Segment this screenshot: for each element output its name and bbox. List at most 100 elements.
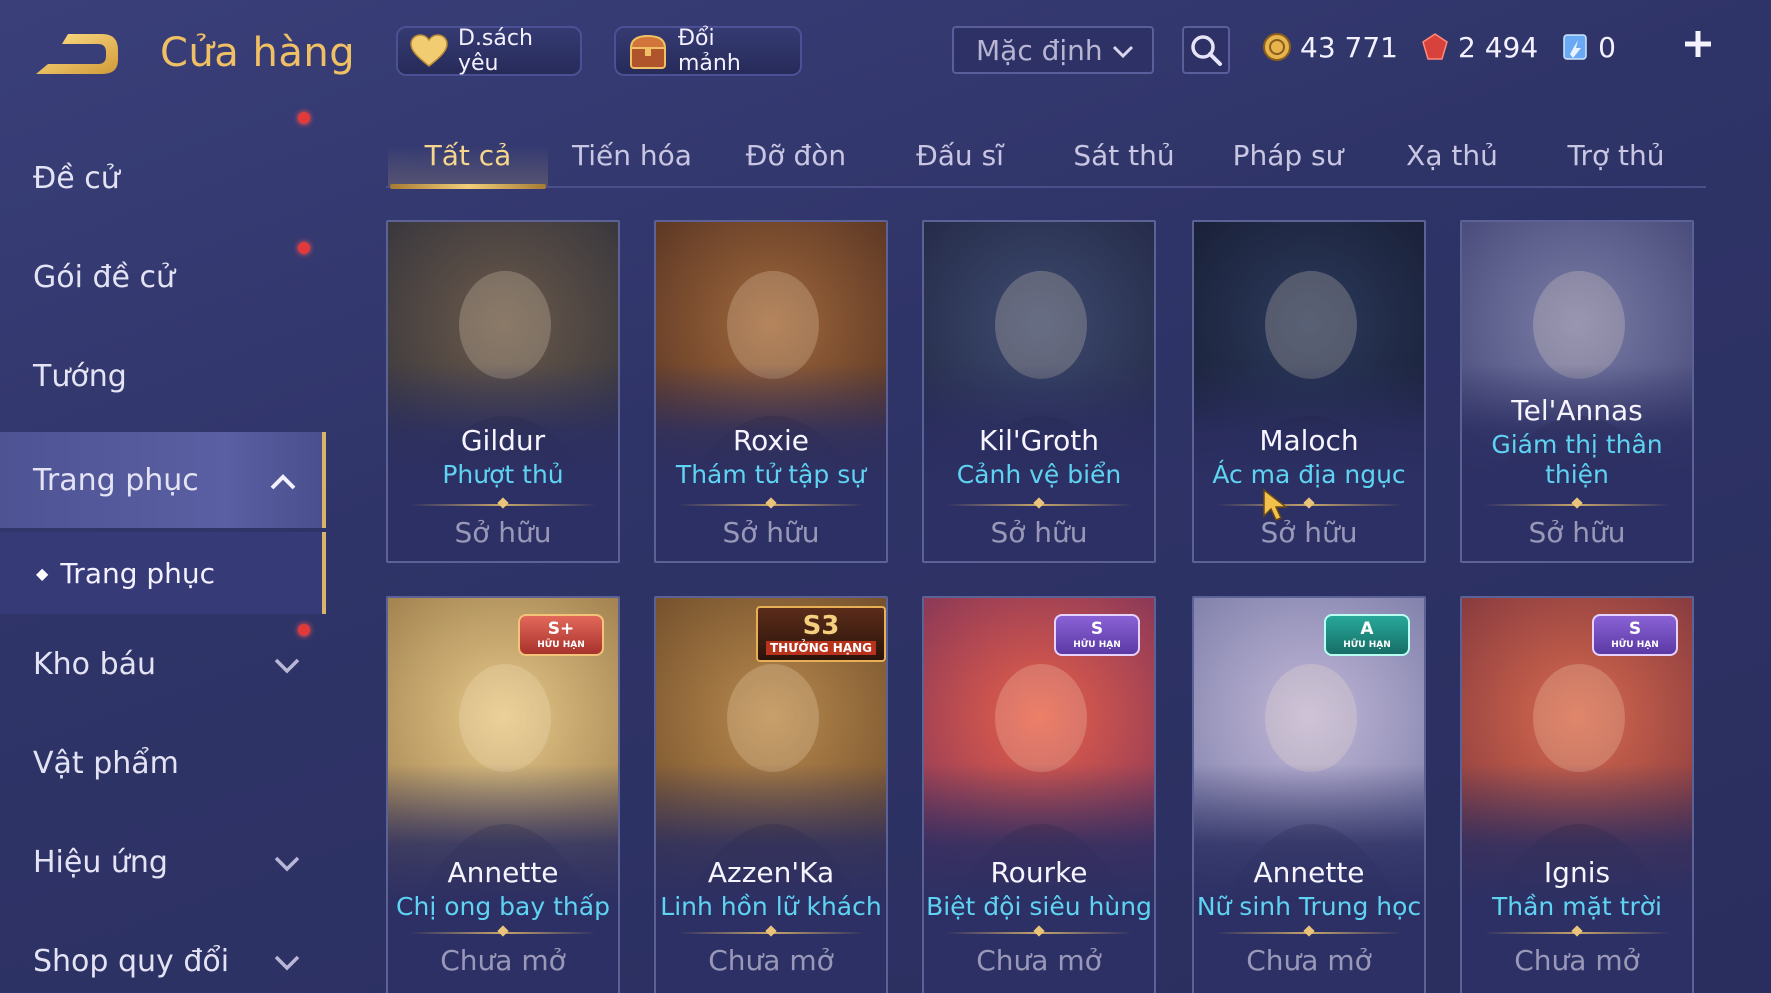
card-divider [1484,504,1670,506]
ownership-status: Chưa mở [708,944,834,977]
search-button[interactable] [1182,26,1230,74]
ownership-status: Chưa mở [976,944,1102,977]
gold-coin-icon [1262,32,1292,62]
exchange-shards-button[interactable]: Đổi mảnh [614,26,802,76]
sort-value: Mặc định [976,33,1103,67]
badge-grade: S [1628,618,1642,639]
notification-dot [298,242,310,254]
skin-card[interactable]: Maloch Ác ma địa ngục Sở hữu [1192,220,1426,563]
tab-warrior[interactable]: Đấu sĩ [880,128,1040,186]
favorites-button[interactable]: D.sách yêu [396,26,582,76]
sidebar-item-exchange-shop[interactable]: Shop quy đổi [0,913,326,993]
sidebar-item-treasure[interactable]: Kho báu [0,616,326,712]
badge-label: HỮU HẠN [1611,639,1659,650]
rarity-badge: S3 THƯỞNG HẠNG [756,606,886,662]
chevron-down-icon [272,947,302,982]
skin-card[interactable]: S+ HỮU HẠN Annette Chị ong bay thấp Chưa mở [386,596,620,993]
hero-name: Rourke [990,856,1088,889]
tab-marksman[interactable]: Xạ thủ [1372,128,1532,186]
card-divider [1216,504,1402,506]
tab-evolution[interactable]: Tiến hóa [552,128,712,186]
skin-card[interactable]: S3 THƯỞNG HẠNG Azzen'Ka Linh hồn lữ khách Ch… [654,596,888,993]
heart-icon [410,31,448,71]
skin-name: Phượt thủ [442,460,564,489]
gold-balance: 43 771 [1262,31,1398,64]
badge-grade: A [1360,618,1374,639]
hero-name: Kil'Groth [978,424,1100,457]
sidebar-item-effects[interactable]: Hiệu ứng [0,814,326,910]
skin-name: Giám thị thân thiện [1491,430,1663,489]
add-currency-button[interactable] [1678,24,1718,64]
plus-icon [1685,31,1711,57]
ownership-status: Sở hữu [990,516,1088,549]
skin-card[interactable]: Tel'Annas Giám thị thân thiện Sở hữu [1460,220,1694,563]
skin-card[interactable]: Roxie Thám tử tập sự Sở hữu [654,220,888,563]
card-divider [678,932,864,934]
tab-all[interactable]: Tất cả [388,128,548,189]
ownership-status: Chưa mở [1514,944,1640,977]
mouse-cursor [1262,488,1292,526]
hero-name: Annette [447,856,559,889]
badge-label: HỮU HẠN [1073,639,1121,650]
page-title: Cửa hàng [160,30,356,76]
chevron-down-icon [1110,38,1136,71]
back-button[interactable] [32,28,122,82]
category-tabs: Tất cả Tiến hóa Đỡ đòn Đấu sĩ Sát thủ Ph… [386,128,1706,189]
hero-name: Tel'Annas [1511,394,1643,427]
rarity-badge: S HỮU HẠN [1054,614,1140,656]
diamond-balance: 0 [1560,31,1616,64]
hero-name: Maloch [1259,424,1359,457]
badge-grade: S3 [802,611,840,641]
sidebar-subitem-skins[interactable]: ◆ Trang phục [0,532,326,614]
tab-assassin[interactable]: Sát thủ [1044,128,1204,186]
skin-name: Thần mặt trời [1492,892,1662,921]
chevron-up-icon [268,466,298,501]
skin-card[interactable]: Gildur Phượt thủ Sở hữu [386,220,620,563]
card-divider [946,504,1132,506]
card-divider [1484,932,1670,934]
badge-label: THƯỞNG HẠNG [765,641,877,655]
skin-card[interactable]: A HỮU HẠN Annette Nữ sinh Trung học Chưa mở [1192,596,1426,993]
skin-card[interactable]: S HỮU HẠN Ignis Thần mặt trời Chưa mở [1460,596,1694,993]
shop-screen: Cửa hàng D.sách yêu Đổi mảnh Mặc định 43… [0,0,1771,993]
sidebar-item-heroes[interactable]: Tướng [0,328,326,424]
skin-name: Chị ong bay thấp [396,892,610,921]
chevron-down-icon [272,848,302,883]
search-icon [1191,35,1222,66]
badge-grade: S [1090,618,1104,639]
sidebar-item-items[interactable]: Vật phẩm [0,715,326,811]
hero-name: Gildur [460,424,546,457]
skin-name: Biệt đội siêu hùng [926,892,1152,921]
ownership-status: Sở hữu [722,516,820,549]
badge-grade: S+ [547,618,575,639]
card-divider [678,504,864,506]
ownership-status: Sở hữu [1528,516,1626,549]
sidebar-item-skins[interactable]: Trang phục [0,432,326,528]
badge-label: HỮU HẠN [537,639,585,650]
card-divider [410,932,596,934]
sort-dropdown[interactable]: Mặc định [952,26,1154,74]
treasure-chest-icon [628,31,668,71]
hero-name: Azzen'Ka [707,856,835,889]
skin-name: Linh hồn lữ khách [660,892,882,921]
sidebar-item-recommended-bundles[interactable]: Gói đề cử [0,112,326,325]
ownership-status: Sở hữu [454,516,552,549]
rarity-badge: S HỮU HẠN [1592,614,1678,656]
hero-name: Annette [1253,856,1365,889]
tab-support[interactable]: Trợ thủ [1536,128,1696,186]
bullet-icon: ◆ [36,563,49,583]
skin-card[interactable]: S HỮU HẠN Rourke Biệt đội siêu hùng Chưa mở [922,596,1156,993]
tab-tank[interactable]: Đỡ đòn [716,128,876,186]
notification-dot [298,624,310,636]
sidebar-item-recommended[interactable]: Đề cử [0,130,326,226]
sidebar: Đề cử Gói đề cử Tướng Trang phục ◆ Trang… [0,112,326,993]
skin-name: Thám tử tập sự [675,460,867,489]
chevron-down-icon [272,650,302,685]
skin-name: Cảnh vệ biển [956,460,1122,489]
card-divider [946,932,1132,934]
voucher-balance: 2 494 [1420,31,1538,64]
tab-mage[interactable]: Pháp sư [1208,128,1368,186]
back-arrow-icon [36,34,118,74]
blue-crystal-icon [1560,32,1590,62]
skin-card[interactable]: Kil'Groth Cảnh vệ biển Sở hữu [922,220,1156,563]
